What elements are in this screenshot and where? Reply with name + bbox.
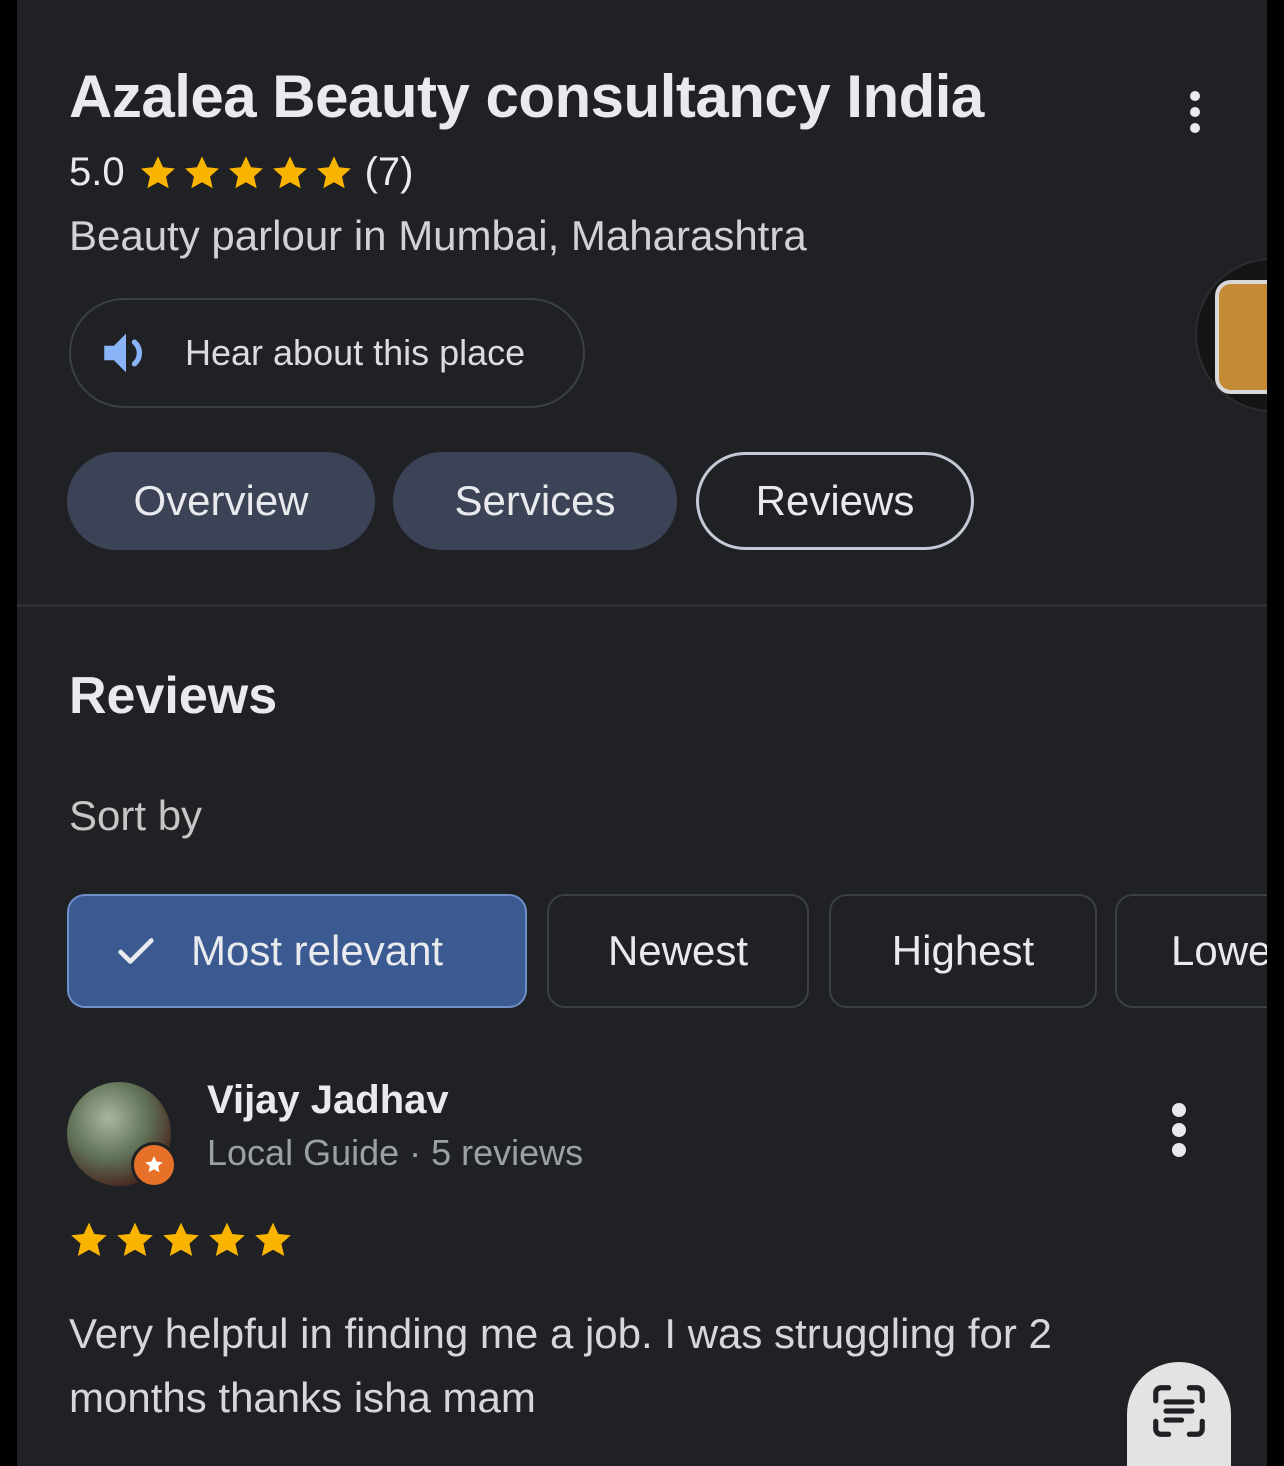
star-icon [117, 1222, 153, 1256]
star-icon [272, 155, 307, 188]
sort-by-label: Sort by [69, 792, 203, 839]
tab-services-label: Services [454, 477, 616, 524]
rating-summary[interactable]: 5.0 (7) [69, 150, 414, 195]
rating-value: 5.0 [69, 150, 125, 194]
place-photo-thumbnail[interactable] [1195, 258, 1267, 412]
more-options-icon[interactable] [1175, 82, 1215, 142]
tab-reviews[interactable]: Reviews [696, 452, 974, 550]
sort-most-relevant-label: Most relevant [191, 927, 444, 974]
tab-overview-label: Overview [133, 477, 309, 524]
star-icon [71, 1222, 107, 1256]
hear-about-place-label: Hear about this place [185, 332, 526, 373]
star-icon [163, 1222, 199, 1256]
reviewer-avatar[interactable] [67, 1082, 177, 1188]
sort-newest-chip[interactable]: Newest [547, 894, 809, 1008]
sort-highest-chip[interactable]: Highest [829, 894, 1097, 1008]
sort-lowest-chip[interactable]: Lowe [1115, 894, 1267, 1008]
tab-services[interactable]: Services [393, 452, 677, 550]
review-more-options-icon[interactable] [1159, 1100, 1199, 1160]
local-guide-badge-icon [131, 1142, 177, 1188]
reviewer-meta: Local Guide · 5 reviews [207, 1132, 584, 1173]
review-rating-stars [67, 1218, 295, 1262]
speaker-icon [104, 333, 143, 373]
tab-overview[interactable]: Overview [67, 452, 375, 550]
tab-reviews-label: Reviews [755, 477, 915, 524]
review-text: Very helpful in finding me a job. I was … [69, 1310, 1052, 1421]
sort-lowest-label: Lowe [1171, 927, 1267, 974]
google-lens-button[interactable] [1127, 1362, 1231, 1466]
star-icon [255, 1222, 291, 1256]
star-icon [228, 155, 263, 188]
reviewer-name[interactable]: Vijay Jadhav [207, 1078, 449, 1123]
rating-stars [137, 152, 355, 194]
sort-most-relevant-chip[interactable]: Most relevant [67, 894, 527, 1008]
place-category: Beauty parlour in Mumbai, Maharashtra [69, 212, 807, 259]
place-panel: Azalea Beauty consultancy India 5.0 (7) … [17, 0, 1267, 1466]
hear-about-place-button[interactable]: Hear about this place [69, 298, 585, 408]
sort-highest-label: Highest [891, 927, 1035, 974]
sort-newest-label: Newest [607, 927, 749, 974]
review-count: (7) [364, 150, 414, 194]
check-icon [118, 938, 154, 964]
star-icon [184, 155, 219, 188]
star-icon [316, 155, 351, 188]
place-title: Azalea Beauty consultancy India [69, 63, 984, 130]
section-divider [17, 604, 1267, 607]
text-scan-icon [1153, 1385, 1205, 1437]
reviews-heading: Reviews [69, 667, 278, 725]
star-icon [140, 155, 175, 188]
star-icon [209, 1222, 245, 1256]
